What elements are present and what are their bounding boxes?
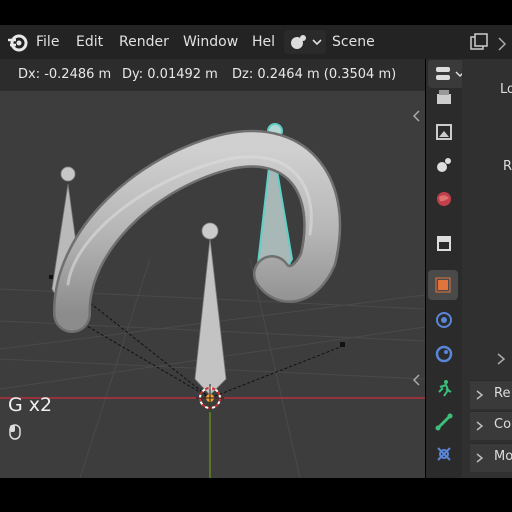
menu-render[interactable]: Render bbox=[119, 34, 169, 50]
constraints-tab-icon[interactable] bbox=[434, 344, 454, 364]
pose-tab-icon[interactable] bbox=[434, 378, 454, 398]
panel-co[interactable]: Co bbox=[470, 411, 512, 440]
menu-help[interactable]: Hel bbox=[252, 34, 276, 50]
delta-x-readout: Dx: -0.2486 m bbox=[18, 67, 112, 82]
panel-re[interactable]: Re bbox=[470, 380, 512, 409]
partial-label-lo: Lo bbox=[500, 82, 512, 97]
view-layer-tab-icon[interactable] bbox=[434, 122, 454, 142]
menu-window[interactable]: Window bbox=[183, 34, 238, 50]
menu-edit[interactable]: Edit bbox=[76, 34, 103, 50]
3d-cursor[interactable] bbox=[196, 384, 224, 412]
viewport-scene bbox=[0, 110, 425, 478]
delta-y-readout: Dy: 0.01492 m bbox=[122, 67, 218, 82]
blender-logo-icon[interactable] bbox=[6, 31, 30, 53]
empty-marker bbox=[340, 342, 345, 347]
bottom-black-bar bbox=[0, 478, 512, 512]
operator-label: G x2 bbox=[8, 394, 53, 416]
new-scene-icon[interactable] bbox=[468, 32, 490, 52]
output-tab-icon[interactable] bbox=[434, 88, 454, 108]
panel-mo-label: Mo bbox=[494, 449, 512, 464]
panel-chevron-icon bbox=[476, 421, 484, 431]
bone-constraint-tab-icon[interactable] bbox=[434, 444, 454, 464]
scene-tab-icon[interactable] bbox=[434, 155, 454, 175]
panel-co-label: Co bbox=[494, 417, 512, 432]
collapse-chevron-icon[interactable] bbox=[494, 350, 508, 368]
object-tab-icon bbox=[435, 277, 451, 293]
bone-center[interactable] bbox=[194, 222, 227, 396]
sidebar-toggle-lower-icon bbox=[412, 374, 420, 386]
scene-icon bbox=[291, 35, 322, 49]
3d-viewport[interactable] bbox=[0, 59, 425, 478]
top-black-bar bbox=[0, 0, 512, 25]
world-tab-icon[interactable] bbox=[434, 189, 454, 209]
menu-file[interactable]: File bbox=[36, 34, 59, 50]
mouse-icon bbox=[9, 424, 21, 440]
sidebar-toggle-icon bbox=[412, 110, 420, 122]
bone-tab-icon[interactable] bbox=[434, 412, 454, 432]
empty-marker-left bbox=[49, 275, 53, 279]
workspace-scroll-icon[interactable] bbox=[495, 30, 511, 54]
panel-chevron-icon bbox=[476, 453, 484, 463]
object-tab-active[interactable] bbox=[428, 270, 458, 300]
delta-z-readout: Dz: 0.2464 m (0.3504 m) bbox=[232, 67, 397, 82]
collection-tab-icon[interactable] bbox=[434, 233, 454, 253]
panel-chevron-icon bbox=[476, 390, 484, 400]
panel-mo[interactable]: Mo bbox=[470, 443, 512, 472]
physics-tab-icon[interactable] bbox=[434, 310, 454, 330]
partial-label-r: R bbox=[503, 159, 512, 174]
panel-re-label: Re bbox=[494, 386, 511, 401]
scene-name[interactable]: Scene bbox=[332, 34, 375, 50]
scene-selector[interactable] bbox=[284, 30, 326, 54]
